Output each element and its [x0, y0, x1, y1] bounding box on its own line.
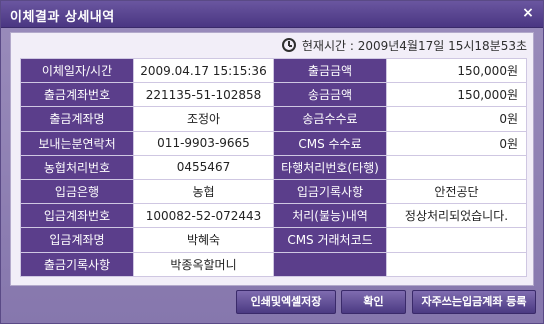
- row-value: 150,000원: [386, 57, 527, 84]
- confirm-button[interactable]: 확인: [341, 290, 406, 314]
- row-label: 농협처리번호: [20, 154, 134, 180]
- print-excel-button[interactable]: 인쇄및엑셀저장: [236, 290, 336, 314]
- table-row: 농협처리번호 0455467 타행처리번호(타행): [20, 154, 527, 180]
- row-value: 안전공단: [386, 178, 527, 205]
- detail-panel: 현재시간 : 2009년4월17일 15시18분53초 이체일자/시간 2009…: [10, 32, 534, 286]
- row-label: 보내는분연락처: [20, 130, 134, 156]
- row-label: 출금계좌명: [20, 106, 134, 132]
- close-icon[interactable]: ×: [521, 6, 535, 20]
- table-row: 이체일자/시간 2009.04.17 15:15:36 출금금액 150,000…: [20, 57, 527, 84]
- row-value: 150,000원: [386, 82, 527, 108]
- table-row: 입금계좌번호 100082-52-072443 처리(불능)내역 정상처리되었습…: [20, 203, 527, 229]
- row-label: 타행처리번호(타행): [273, 154, 387, 180]
- table-row: 입금은행 농협 입금기록사항 안전공단: [20, 178, 527, 205]
- row-value: 조정아: [133, 106, 274, 132]
- register-favorite-account-button[interactable]: 자주쓰는입금계좌 등록: [412, 290, 536, 314]
- current-time-row: 현재시간 : 2009년4월17일 15시18분53초: [281, 37, 527, 53]
- row-value: 박종옥할머니: [133, 251, 274, 277]
- transfer-result-dialog: 이체결과 상세내역 × 현재시간 : 2009년4월17일 15시18분53초 …: [0, 0, 544, 324]
- row-label: 입금기록사항: [273, 178, 387, 205]
- row-label: 처리(불능)내역: [273, 203, 387, 229]
- current-time-text: 현재시간 : 2009년4월17일 15시18분53초: [301, 38, 527, 53]
- dialog-title: 이체결과 상세내역: [10, 10, 115, 25]
- row-label: 송금금액: [273, 82, 387, 108]
- row-label: [273, 251, 387, 277]
- row-label: 출금금액: [273, 57, 387, 84]
- row-value: 0원: [386, 106, 527, 132]
- row-label: 출금기록사항: [20, 251, 134, 277]
- row-value: [386, 251, 527, 277]
- table-row: 출금기록사항 박종옥할머니: [20, 251, 527, 277]
- dialog-titlebar: 이체결과 상세내역 ×: [1, 1, 543, 28]
- table-row: 입금계좌명 박혜숙 CMS 거래처코드: [20, 227, 527, 253]
- row-value: 박혜숙: [133, 227, 274, 253]
- table-row: 보내는분연락처 011-9903-9665 CMS 수수료 0원: [20, 130, 527, 156]
- clock-icon: [281, 38, 296, 52]
- row-value: 0455467: [133, 154, 274, 180]
- row-value: [386, 154, 527, 180]
- row-value: 011-9903-9665: [133, 130, 274, 156]
- table-row: 출금계좌명 조정아 송금수수료 0원: [20, 106, 527, 132]
- transfer-detail-table: 이체일자/시간 2009.04.17 15:15:36 출금금액 150,000…: [20, 57, 527, 277]
- row-value: 2009.04.17 15:15:36: [133, 57, 274, 84]
- row-value: 221135-51-102858: [133, 82, 274, 108]
- row-label: 입금은행: [20, 178, 134, 205]
- row-label: CMS 거래처코드: [273, 227, 387, 253]
- row-value: 0원: [386, 130, 527, 156]
- row-label: 이체일자/시간: [20, 57, 134, 84]
- row-label: 입금계좌명: [20, 227, 134, 253]
- row-label: 입금계좌번호: [20, 203, 134, 229]
- row-value: 100082-52-072443: [133, 203, 274, 229]
- row-value: [386, 227, 527, 253]
- row-value: 농협: [133, 178, 274, 205]
- row-label: 송금수수료: [273, 106, 387, 132]
- row-value: 정상처리되었습니다.: [386, 203, 527, 229]
- row-label: 출금계좌번호: [20, 82, 134, 108]
- row-label: CMS 수수료: [273, 130, 387, 156]
- table-row: 출금계좌번호 221135-51-102858 송금금액 150,000원: [20, 82, 527, 108]
